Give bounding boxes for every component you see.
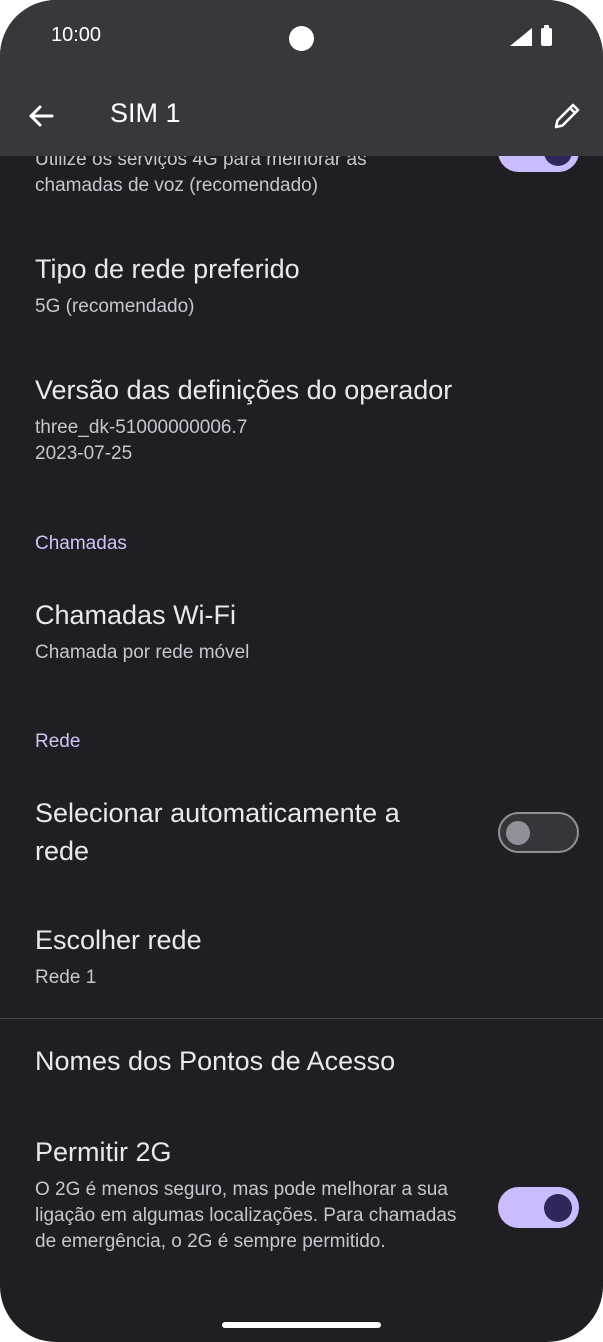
- status-time: 10:00: [51, 24, 102, 46]
- status-bar: 10:00: [0, 0, 603, 78]
- camera-cutout: [289, 26, 314, 51]
- choose-network-summary: Rede 1: [35, 967, 97, 988]
- arrow-back-icon: [29, 105, 54, 127]
- divider: [0, 1018, 603, 1019]
- settings-list[interactable]: Utilize os serviços 4G para melhorar as …: [0, 0, 603, 1342]
- allow-2g-toggle[interactable]: [498, 1187, 579, 1228]
- auto-select-title-line1: Selecionar automaticamente a: [35, 798, 400, 828]
- pencil-icon: [554, 103, 580, 129]
- toggle-thumb: [506, 821, 530, 845]
- preferred-network-summary: 5G (recomendado): [35, 296, 195, 317]
- wifi-calling-summary: Chamada por rede móvel: [35, 642, 250, 663]
- carrier-settings-date: 2023-07-25: [35, 443, 133, 464]
- battery-icon: [541, 25, 552, 46]
- page-title: SIM 1: [110, 98, 181, 128]
- section-header-calls: Chamadas: [35, 533, 127, 554]
- edit-button[interactable]: [548, 97, 586, 135]
- phone-screen: 10:00 SIM 1 Utilize os serviços 4G para …: [0, 0, 603, 1342]
- auto-select-toggle[interactable]: [498, 812, 579, 853]
- section-header-network: Rede: [35, 731, 81, 752]
- allow-2g-summary: O 2G é menos seguro, mas pode melhorar a…: [35, 1179, 457, 1252]
- apn-title: Nomes dos Pontos de Acesso: [35, 1046, 396, 1076]
- carrier-settings-title: Versão das definições do operador: [35, 375, 453, 405]
- toggle-thumb: [544, 1194, 572, 1222]
- choose-network-title: Escolher rede: [35, 925, 202, 955]
- wifi-calling-title: Chamadas Wi-Fi: [35, 600, 237, 630]
- app-bar: SIM 1: [0, 78, 603, 156]
- signal-icon: [510, 28, 532, 46]
- allow-2g-title: Permitir 2G: [35, 1137, 172, 1167]
- gesture-navigation-handle[interactable]: [222, 1322, 381, 1328]
- back-button[interactable]: [22, 97, 60, 135]
- preferred-network-title: Tipo de rede preferido: [35, 254, 300, 284]
- carrier-settings-version: three_dk-51000000006.7: [35, 417, 248, 438]
- auto-select-title-line2: rede: [35, 836, 90, 866]
